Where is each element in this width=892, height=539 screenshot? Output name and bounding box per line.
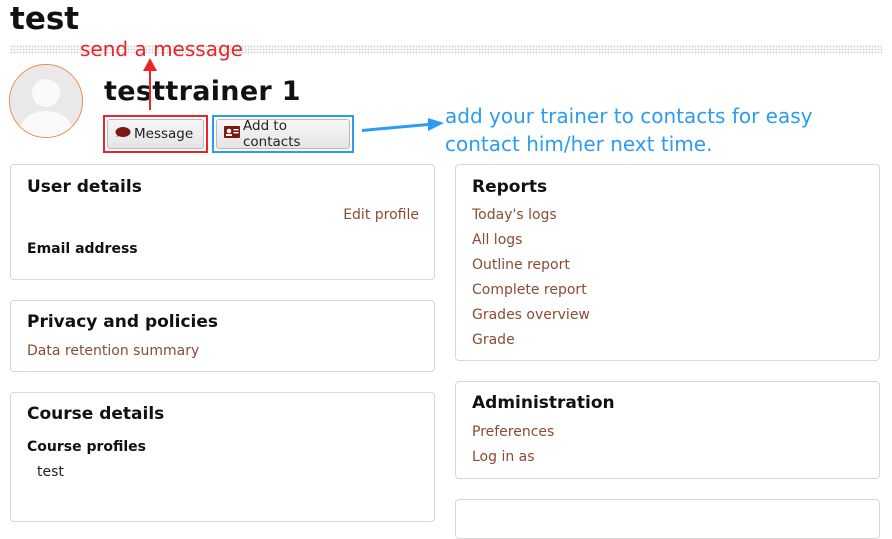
next-card-partial <box>455 499 880 539</box>
privacy-card: Privacy and policies Data retention summ… <box>10 300 435 372</box>
add-contacts-annotation: add your trainer to contacts for easy co… <box>445 104 813 156</box>
report-link-grades-overview[interactable]: Grades overview <box>472 307 590 323</box>
user-fullname: testtrainer 1 <box>104 76 301 107</box>
administration-card: Administration Preferences Log in as <box>455 381 880 479</box>
add-to-contacts-label: Add to contacts <box>243 118 301 150</box>
report-link-complete[interactable]: Complete report <box>472 282 587 298</box>
avatar[interactable] <box>9 64 83 138</box>
user-details-card: User details Edit profile Email address <box>10 164 435 280</box>
reports-title: Reports <box>472 177 548 197</box>
report-link-all-logs[interactable]: All logs <box>472 232 522 248</box>
course-item[interactable]: test <box>37 464 64 480</box>
data-retention-link[interactable]: Data retention summary <box>27 343 199 359</box>
administration-title: Administration <box>472 393 615 413</box>
report-link-todays-logs[interactable]: Today's logs <box>472 207 557 223</box>
message-button-label: Message <box>134 126 194 142</box>
page-title: test <box>10 1 80 37</box>
default-user-icon <box>10 65 82 137</box>
course-details-card: Course details Course profiles test <box>10 392 435 522</box>
message-button[interactable]: Message <box>107 119 204 149</box>
reports-card: Reports Today's logs All logs Outline re… <box>455 164 880 361</box>
log-in-as-link[interactable]: Log in as <box>472 449 535 465</box>
course-details-title: Course details <box>27 404 165 424</box>
blue-arrow-icon <box>362 118 444 132</box>
privacy-title: Privacy and policies <box>27 312 219 332</box>
add-to-contacts-button[interactable]: Add to contacts <box>216 118 350 150</box>
contact-card-icon <box>223 125 241 143</box>
speech-bubble-icon <box>114 125 132 143</box>
report-link-grade[interactable]: Grade <box>472 332 515 348</box>
course-profiles-label: Course profiles <box>27 439 147 455</box>
preferences-link[interactable]: Preferences <box>472 424 554 440</box>
red-arrow-icon <box>143 58 157 110</box>
user-details-title: User details <box>27 177 142 197</box>
report-link-outline[interactable]: Outline report <box>472 257 570 273</box>
send-message-annotation: send a message <box>80 37 243 61</box>
edit-profile-link[interactable]: Edit profile <box>343 207 419 223</box>
email-address-label: Email address <box>27 241 138 257</box>
